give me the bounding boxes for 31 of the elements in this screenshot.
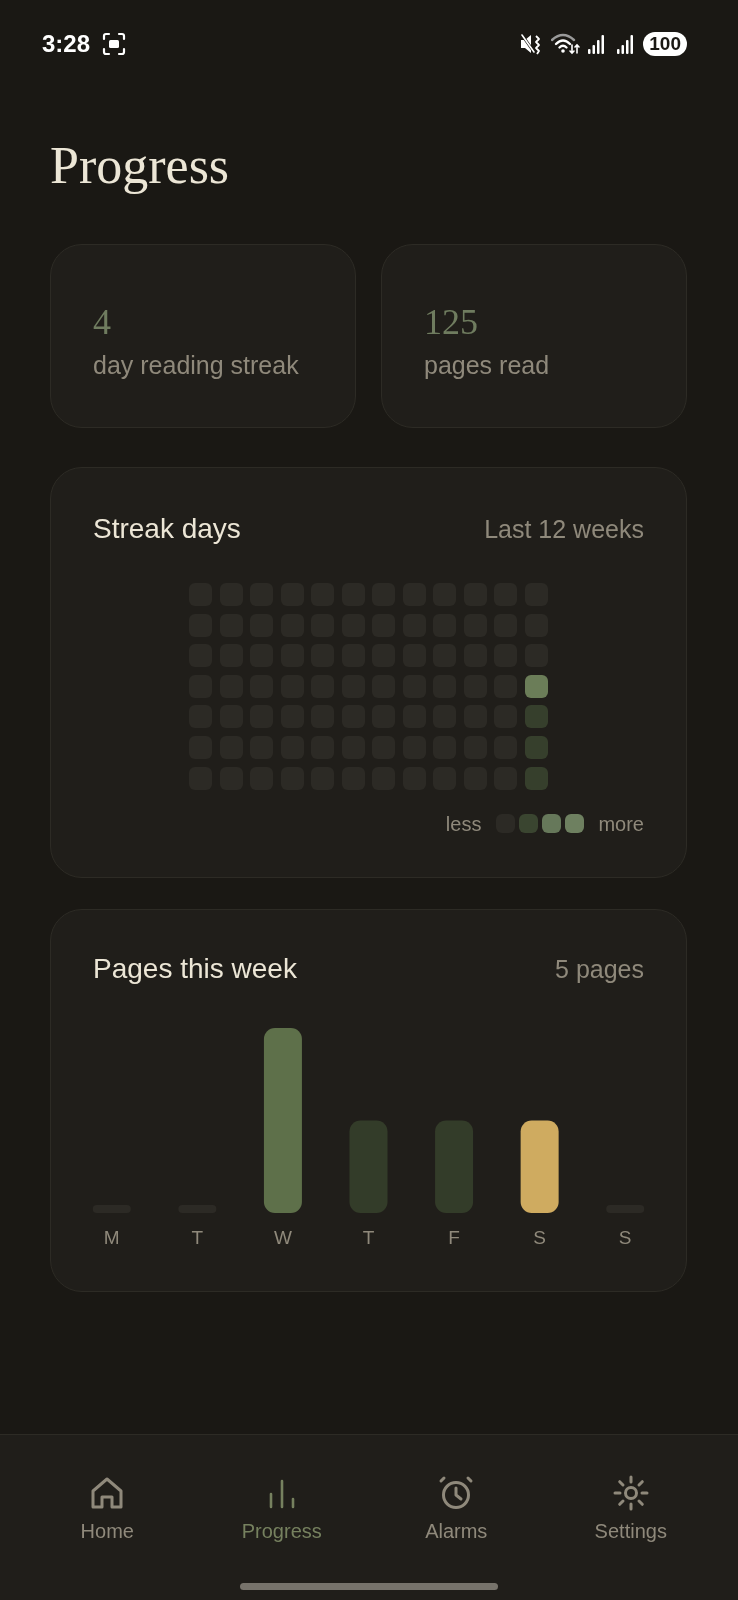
card-title: Pages this week xyxy=(93,952,297,986)
day-label: M xyxy=(103,1227,120,1248)
status-time: 3:28 xyxy=(42,30,91,58)
screenshot-icon xyxy=(102,32,127,56)
nav-tab[interactable]: Progress xyxy=(194,1471,369,1547)
legend-label: more xyxy=(598,811,644,836)
stat-label: pages read xyxy=(424,350,550,380)
signal-icon xyxy=(617,34,634,54)
alarm-clock-icon xyxy=(438,1475,475,1511)
card-title: Streak days xyxy=(93,512,241,546)
total-label: 5 pages xyxy=(555,954,644,985)
signal-icon xyxy=(588,34,605,54)
wifi-icon xyxy=(551,33,582,55)
nav-tab[interactable]: Settings xyxy=(543,1471,718,1547)
day-label: T xyxy=(191,1227,204,1248)
nav-tab[interactable]: Alarms xyxy=(369,1471,544,1547)
home-icon xyxy=(89,1475,126,1511)
legend-label: less xyxy=(445,811,482,836)
day-label: S xyxy=(533,1227,546,1248)
battery-indicator: 100 xyxy=(643,32,687,56)
stat-value: 125 xyxy=(424,302,478,342)
day-label: T xyxy=(362,1227,375,1248)
stat-label: day reading streak xyxy=(93,350,299,380)
page-title: Progress xyxy=(50,136,231,196)
day-label: W xyxy=(273,1227,292,1248)
sun-icon xyxy=(612,1475,649,1511)
stat-value: 4 xyxy=(93,302,111,342)
day-label: F xyxy=(448,1227,460,1248)
nav-tab[interactable]: Home xyxy=(20,1471,195,1547)
range-label: Last 12 weeks xyxy=(484,514,644,545)
day-label: S xyxy=(618,1227,632,1248)
